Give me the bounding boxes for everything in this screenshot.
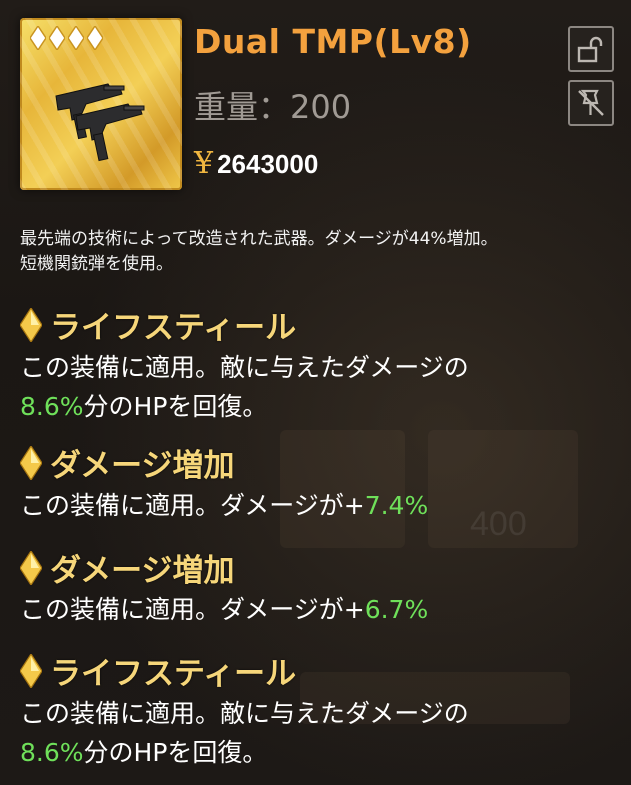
perk-description: この装備に適用。敵に与えたダメージの 8.6%分のHPを回復。: [20, 694, 620, 772]
rarity-diamond-icon: [49, 26, 65, 50]
perk-value: 8.6%: [20, 392, 84, 421]
unpin-icon: [578, 89, 604, 116]
item-description: 最先端の技術によって改造された武器。ダメージが44%増加。 短機関銃弾を使用。: [20, 227, 620, 277]
price-value: 2643000: [217, 149, 319, 179]
perk-title-row: ダメージ増加: [20, 545, 234, 590]
rarity-stars: [30, 26, 103, 50]
perk-title: ダメージ増加: [50, 448, 235, 484]
perk-title-row: ダメージ増加: [20, 440, 234, 485]
rarity-diamond-icon: [68, 26, 84, 50]
perk-title-row: ライフスティール: [20, 648, 296, 693]
perk-line: 8.6%分のHPを回復。: [20, 733, 620, 772]
perk-description: この装備に適用。敵に与えたダメージの 8.6%分のHPを回復。: [20, 348, 620, 426]
weight-label: 重量：: [194, 88, 291, 126]
perk-diamond-icon: [20, 307, 42, 342]
perk-line: この装備に適用。ダメージが+7.4%: [20, 486, 620, 525]
item-image-frame[interactable]: [20, 18, 182, 190]
perk-prefix: この装備に適用。ダメージが+: [20, 491, 365, 520]
perk-suffix: 分のHPを回復。: [83, 392, 268, 421]
perk-description: この装備に適用。ダメージが+6.7%: [20, 590, 620, 629]
smg-weapon-icon: [55, 83, 145, 162]
lock-toggle-button[interactable]: [568, 26, 614, 72]
perk-line: この装備に適用。敵に与えたダメージの: [20, 353, 469, 382]
perk-value: 8.6%: [20, 738, 84, 767]
perk-title: ライフスティール: [50, 310, 297, 346]
pin-toggle-button[interactable]: [568, 80, 614, 126]
unlock-icon: [577, 36, 603, 63]
perk-line: この装備に適用。ダメージが+6.7%: [20, 590, 620, 629]
perk-title-row: ライフスティール: [20, 302, 296, 347]
perk-value: 6.7%: [364, 595, 429, 624]
description-line: 短機関銃弾を使用。: [20, 254, 173, 274]
weight-value: 200: [290, 88, 352, 126]
item-name: Dual TMP(Lv8): [194, 22, 472, 61]
perk-line: 8.6%分のHPを回復。: [20, 387, 620, 426]
perk-line: この装備に適用。敵に与えたダメージの: [20, 699, 469, 728]
rarity-diamond-icon: [30, 26, 46, 50]
perk-title: ダメージ増加: [50, 553, 235, 589]
perk-prefix: この装備に適用。ダメージが+: [20, 595, 365, 624]
yen-icon: ¥: [194, 146, 214, 181]
perk-diamond-icon: [20, 550, 42, 585]
item-detail-panel: 400 Dual TMP(Lv8) 重量：200 ¥ 2643000 最先端の技…: [0, 0, 631, 785]
perk-title: ライフスティール: [50, 656, 297, 692]
weight-row: 重量：200: [194, 82, 351, 128]
perk-suffix: 分のHPを回復。: [83, 738, 268, 767]
perk-description: この装備に適用。ダメージが+7.4%: [20, 486, 620, 525]
perk-diamond-icon: [20, 653, 42, 688]
perk-value: 7.4%: [364, 491, 429, 520]
perk-diamond-icon: [20, 445, 42, 480]
rarity-diamond-icon: [87, 26, 103, 50]
price-row: ¥ 2643000: [194, 146, 318, 181]
description-line: 最先端の技術によって改造された武器。ダメージが44%増加。: [20, 229, 498, 249]
